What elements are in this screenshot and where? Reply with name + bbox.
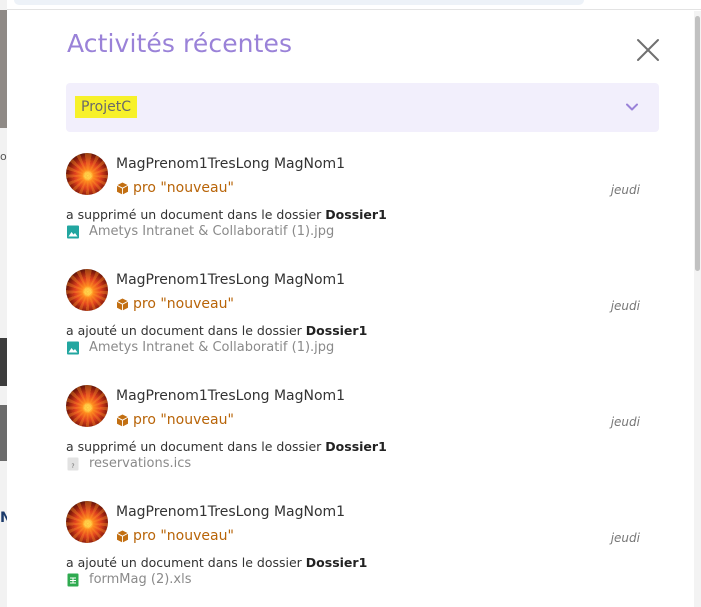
avatar[interactable]	[66, 269, 108, 311]
activity-feed: MagPrenom1TresLong MagNom1 pro "nouveau"…	[66, 153, 646, 607]
recent-activities-panel: Activités récentes ProjetC MagPrenom1Tre…	[7, 11, 693, 607]
activity-file-link[interactable]: formMag (2).xls	[66, 572, 192, 587]
project-filter-select[interactable]: ProjetC	[66, 83, 659, 132]
activity-item: MagPrenom1TresLong MagNom1 pro "nouveau"…	[66, 385, 646, 501]
unknown-file-icon: ?	[67, 457, 79, 470]
activity-action: a supprimé un document dans le dossier	[66, 439, 322, 454]
spreadsheet-file-icon	[67, 573, 79, 586]
scrollbar[interactable]	[694, 11, 701, 607]
activity-folder: Dossier1	[305, 323, 368, 338]
activity-description: a supprimé un document dans le dossier D…	[66, 207, 387, 222]
activity-file-link[interactable]: Ametys Intranet & Collaboratif (1).jpg	[66, 340, 334, 355]
activity-project-name: pro "nouveau"	[133, 296, 234, 312]
cube-icon	[116, 530, 129, 542]
activity-file-link[interactable]: Ametys Intranet & Collaboratif (1).jpg	[66, 224, 334, 239]
close-icon	[637, 39, 659, 61]
activity-file-link[interactable]: ? reservations.ics	[66, 456, 191, 471]
activity-file-name: Ametys Intranet & Collaboratif (1).jpg	[89, 340, 335, 355]
activity-project[interactable]: pro "nouveau"	[116, 528, 234, 544]
background-text: o	[0, 150, 7, 163]
cube-icon	[116, 414, 129, 426]
activity-description: a supprimé un document dans le dossier D…	[66, 439, 387, 454]
background-image	[0, 405, 7, 461]
background-image	[0, 338, 7, 386]
activity-user[interactable]: MagPrenom1TresLong MagNom1	[116, 388, 345, 404]
activity-date: jeudi	[610, 299, 640, 313]
activity-action: a ajouté un document dans le dossier	[66, 555, 302, 570]
activity-date: jeudi	[610, 183, 640, 197]
avatar[interactable]	[66, 385, 108, 427]
activity-file-name: formMag (2).xls	[89, 572, 192, 587]
activity-folder: Dossier1	[305, 555, 368, 570]
avatar[interactable]	[66, 153, 108, 195]
search-bar	[14, 0, 584, 5]
selected-project: ProjetC	[75, 96, 137, 118]
activity-project[interactable]: pro "nouveau"	[116, 296, 234, 312]
activity-date: jeudi	[610, 415, 640, 429]
panel-title: Activités récentes	[67, 29, 293, 58]
activity-project[interactable]: pro "nouveau"	[116, 180, 234, 196]
activity-file-name: reservations.ics	[89, 456, 192, 471]
image-file-icon	[67, 341, 79, 354]
image-file-icon	[67, 225, 79, 238]
activity-project[interactable]: pro "nouveau"	[116, 412, 234, 428]
activity-action: a ajouté un document dans le dossier	[66, 323, 302, 338]
activity-item: MagPrenom1TresLong MagNom1 pro "nouveau"…	[66, 269, 646, 385]
svg-text:?: ?	[71, 463, 74, 470]
activity-user[interactable]: MagPrenom1TresLong MagNom1	[116, 504, 345, 520]
activity-date: jeudi	[610, 531, 640, 545]
close-button[interactable]	[635, 37, 661, 63]
activity-file-name: Ametys Intranet & Collaboratif (1).jpg	[89, 224, 335, 239]
activity-project-name: pro "nouveau"	[133, 412, 234, 428]
avatar[interactable]	[66, 501, 108, 543]
activity-project-name: pro "nouveau"	[133, 180, 234, 196]
top-bar	[0, 0, 701, 10]
activity-item: MagPrenom1TresLong MagNom1 pro "nouveau"…	[66, 153, 646, 269]
scrollbar-thumb[interactable]	[695, 16, 700, 271]
activity-folder: Dossier1	[325, 207, 387, 222]
activity-user[interactable]: MagPrenom1TresLong MagNom1	[116, 156, 345, 172]
activity-description: a ajouté un document dans le dossier Dos…	[66, 323, 367, 338]
activity-user[interactable]: MagPrenom1TresLong MagNom1	[116, 272, 345, 288]
activity-folder: Dossier1	[325, 439, 387, 454]
activity-item: MagPrenom1TresLong MagNom1 pro "nouveau"…	[66, 501, 646, 607]
cube-icon	[116, 298, 129, 310]
chevron-down-icon	[626, 103, 638, 111]
activity-project-name: pro "nouveau"	[133, 528, 234, 544]
activity-action: a supprimé un document dans le dossier	[66, 207, 322, 222]
cube-icon	[116, 182, 129, 194]
activity-description: a ajouté un document dans le dossier Dos…	[66, 555, 367, 570]
background-image	[0, 10, 7, 128]
